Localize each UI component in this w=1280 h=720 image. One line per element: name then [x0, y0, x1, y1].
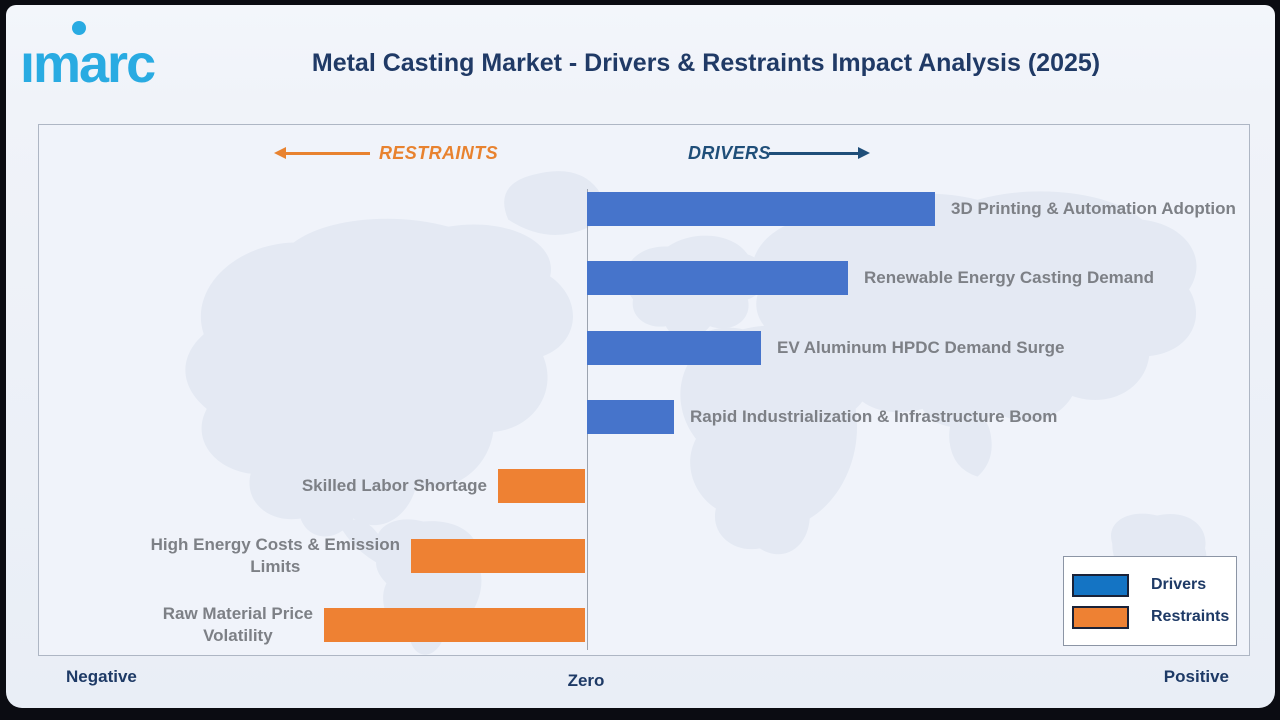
restraint-row: High Energy Costs & Emission Limits: [151, 539, 585, 573]
bar-label: EV Aluminum HPDC Demand Surge: [777, 337, 1064, 359]
page-title: Metal Casting Market - Drivers & Restrai…: [186, 49, 1226, 78]
legend: Drivers Restraints: [1063, 556, 1237, 646]
bar-label: Skilled Labor Shortage: [302, 475, 487, 497]
bar-label: Renewable Energy Casting Demand: [864, 267, 1154, 289]
bar-label: 3D Printing & Automation Adoption: [951, 198, 1236, 220]
driver-row: Renewable Energy Casting Demand: [587, 261, 1154, 295]
restraint-bar: [324, 608, 585, 642]
bar-label: Rapid Industrialization & Infrastructure…: [690, 406, 1057, 428]
axis-label-positive: Positive: [1164, 667, 1229, 687]
restraints-swatch-icon: [1072, 606, 1129, 629]
driver-row: 3D Printing & Automation Adoption: [587, 192, 1236, 226]
legend-label: Drivers: [1151, 576, 1206, 594]
logo-dot-icon: [72, 21, 86, 35]
legend-item-drivers: Drivers: [1072, 569, 1236, 601]
bar-label: Raw Material Price Volatility: [163, 603, 313, 647]
restraint-row: Raw Material Price Volatility: [163, 608, 585, 642]
driver-row: Rapid Industrialization & Infrastructure…: [587, 400, 1057, 434]
restraints-header: RESTRAINTS: [379, 143, 498, 164]
driver-bar: [587, 331, 761, 365]
legend-item-restraints: Restraints: [1072, 601, 1236, 633]
restraint-bar: [411, 539, 585, 573]
slide: ımarc Metal Casting Market - Drivers & R…: [6, 5, 1275, 708]
axis-label-negative: Negative: [66, 667, 137, 687]
bar-label: High Energy Costs & Emission Limits: [151, 534, 400, 578]
driver-bar: [587, 261, 848, 295]
drivers-header: DRIVERS: [688, 143, 771, 164]
restraint-row: Skilled Labor Shortage: [302, 469, 585, 503]
restraint-bar: [498, 469, 585, 503]
legend-label: Restraints: [1151, 608, 1229, 626]
axis-label-zero: Zero: [546, 671, 626, 691]
driver-bar: [587, 192, 935, 226]
driver-bar: [587, 400, 674, 434]
drivers-swatch-icon: [1072, 574, 1129, 597]
restraints-arrow-icon: [274, 147, 370, 160]
logo-wordmark: ımarc: [20, 37, 154, 91]
driver-row: EV Aluminum HPDC Demand Surge: [587, 331, 1064, 365]
drivers-arrow-icon: [769, 147, 870, 160]
